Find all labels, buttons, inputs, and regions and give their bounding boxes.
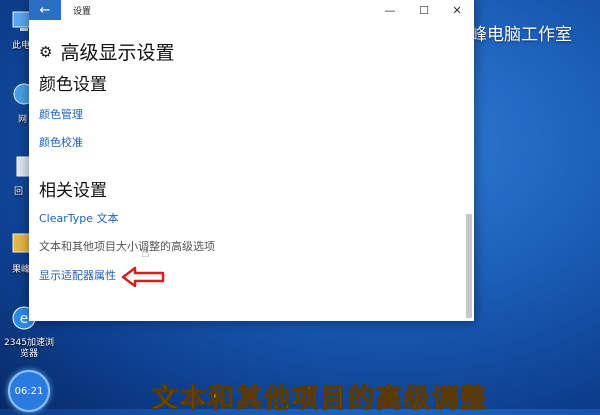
minimize-icon: —: [384, 3, 396, 17]
desktop-icon-label: 网: [18, 115, 28, 125]
close-icon: ✕: [452, 3, 462, 17]
page-header: ⚙ 高级显示设置: [39, 38, 454, 65]
desktop-icon-label: 果峰: [12, 265, 31, 275]
desktop-icon-label: 回: [14, 187, 24, 197]
advanced-sizing-link[interactable]: 文本和其他项目大小调整的高级选项: [39, 238, 215, 254]
page-title: 高级显示设置: [60, 42, 175, 64]
cleartype-link[interactable]: ClearType 文本: [39, 210, 119, 226]
close-button[interactable]: ✕: [442, 0, 472, 20]
desktop-icon-label: 此电: [12, 41, 31, 51]
maximize-button[interactable]: ☐: [409, 0, 439, 20]
svg-text:e: e: [20, 311, 29, 327]
watermark-text: 峰电脑工作室: [470, 25, 572, 45]
clock-badge: 06:21: [8, 370, 50, 412]
color-settings-header: 颜色设置: [39, 75, 107, 95]
color-management-link[interactable]: 颜色管理: [39, 106, 83, 122]
video-subtitle: 文本和其他项目的高级调整: [151, 384, 489, 415]
window-title: 设置: [73, 6, 92, 17]
red-arrow-annotation: [121, 266, 165, 292]
color-calibration-link[interactable]: 颜色校准: [39, 134, 83, 150]
scrollbar[interactable]: [466, 214, 472, 318]
title-bar[interactable]: ← 设置 — ☐ ✕: [29, 0, 474, 20]
back-button[interactable]: ←: [29, 0, 61, 20]
gear-icon: ⚙: [39, 42, 53, 61]
desktop-icon-label: 2345加速浏览器: [4, 338, 54, 359]
hand-cursor-icon: ☝: [141, 245, 150, 261]
settings-window: ← 设置 — ☐ ✕ ⚙ 高级显示设置 颜色设置 颜色管理 颜色校准 相关设置 …: [29, 0, 474, 321]
minimize-button[interactable]: —: [375, 0, 405, 20]
related-settings-header: 相关设置: [39, 181, 107, 201]
back-arrow-icon: ←: [39, 2, 51, 18]
maximize-icon: ☐: [419, 3, 429, 17]
display-adapter-properties-link[interactable]: 显示适配器属性: [39, 267, 116, 283]
